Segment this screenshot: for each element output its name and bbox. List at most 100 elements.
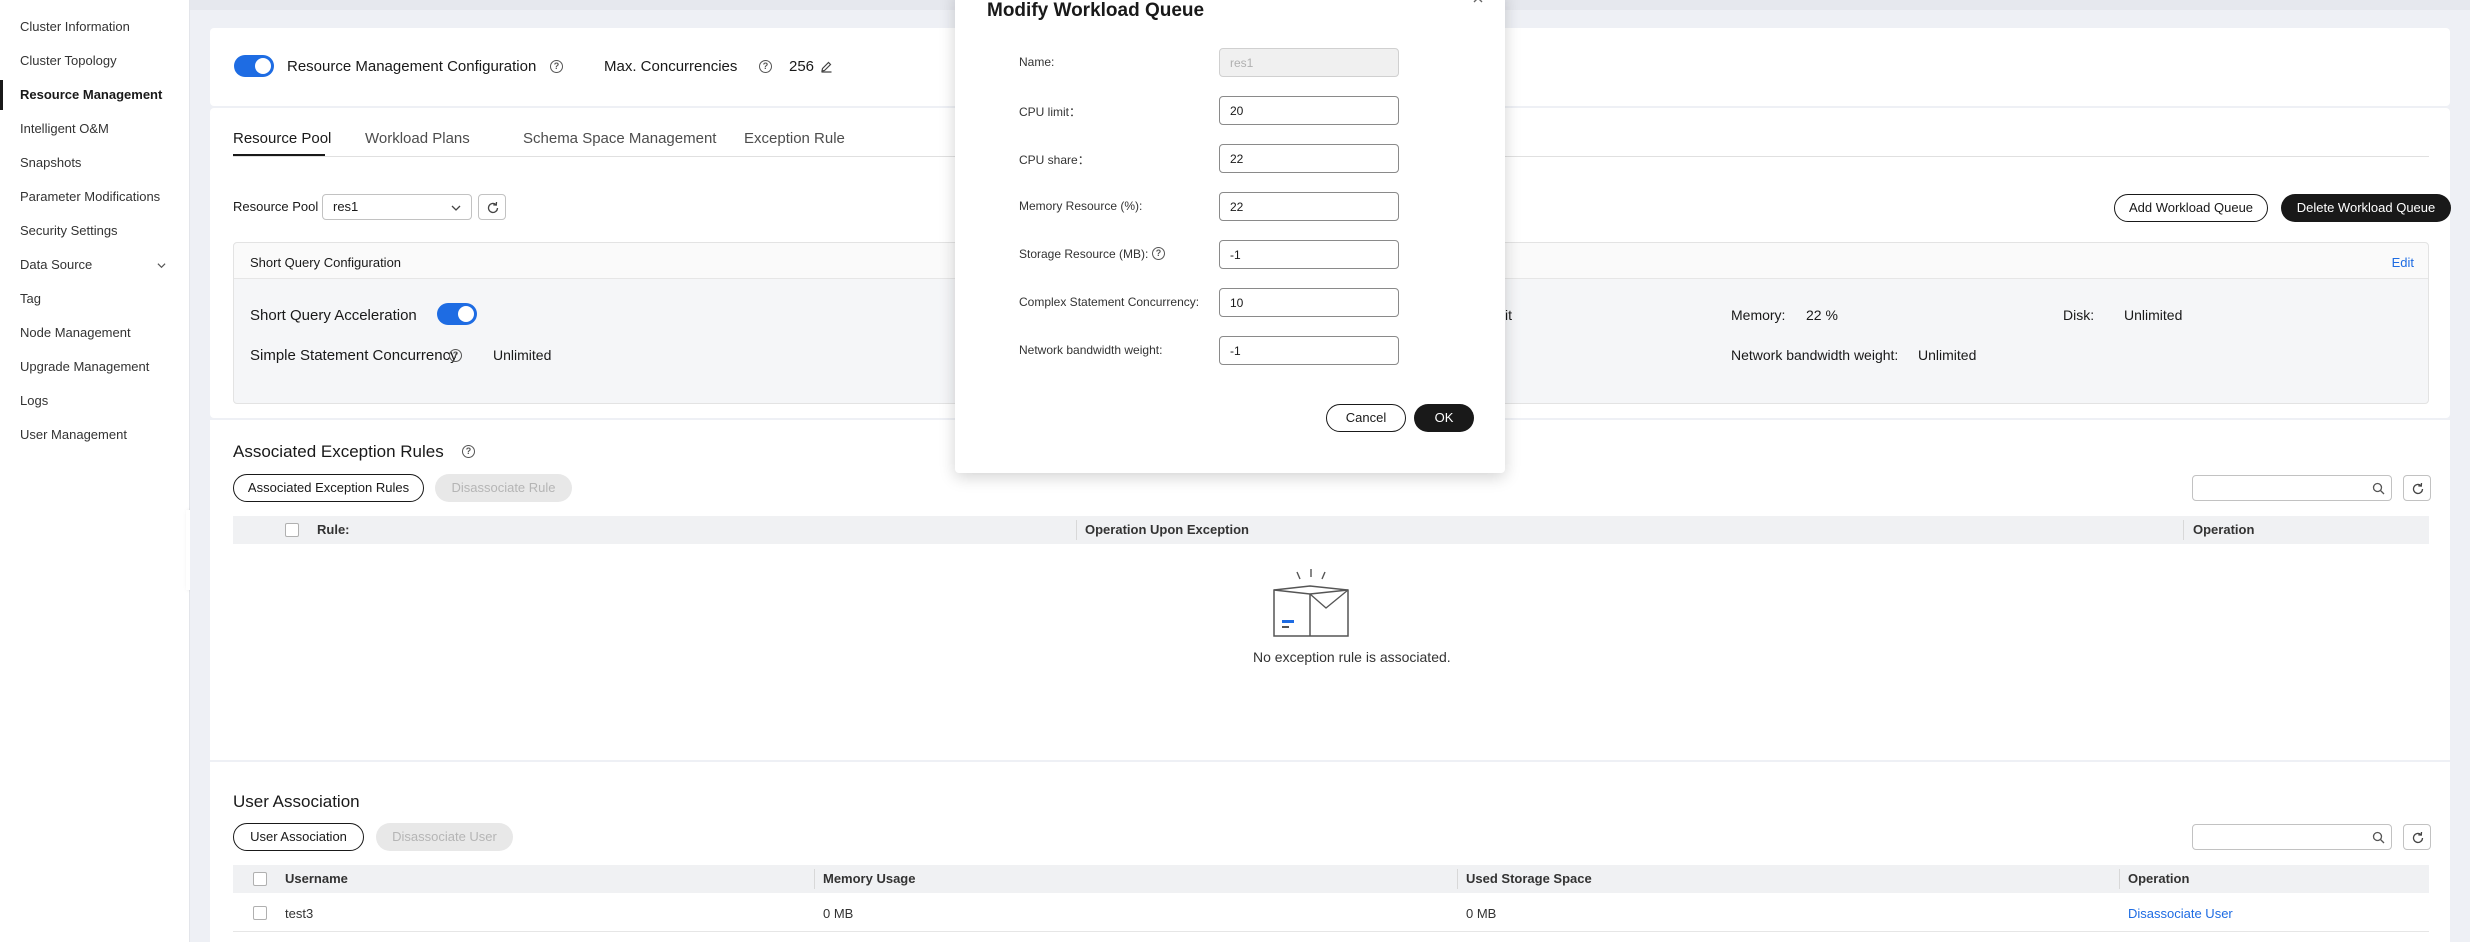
refresh-button[interactable]	[478, 194, 506, 220]
help-icon[interactable]: ?	[449, 349, 462, 362]
resource-pool-select[interactable]: res1	[322, 194, 472, 220]
memory-label: Memory:	[1731, 307, 1786, 323]
column-header: Username	[285, 871, 348, 886]
column-header: Operation	[2193, 522, 2255, 537]
short-query-acceleration-toggle[interactable]	[437, 303, 477, 325]
refresh-icon	[2412, 482, 2424, 495]
row-checkbox[interactable]	[253, 906, 267, 920]
help-icon[interactable]: ?	[550, 60, 563, 73]
refresh-icon	[2412, 831, 2424, 844]
tab-workload-plans[interactable]: Workload Plans	[365, 130, 470, 147]
ok-button[interactable]: OK	[1414, 404, 1474, 432]
memory-resource-field[interactable]	[1219, 192, 1399, 221]
edit-icon[interactable]	[820, 60, 833, 73]
delete-workload-queue-button[interactable]: Delete Workload Queue	[2281, 194, 2451, 222]
disassociate-rule-button: Disassociate Rule	[435, 474, 572, 502]
empty-box-icon	[1273, 569, 1349, 637]
refresh-button[interactable]	[2403, 475, 2431, 501]
disk-label: Disk:	[2063, 307, 2095, 323]
short-query-acceleration-label: Short Query Acceleration	[250, 307, 417, 324]
column-header: Memory Usage	[823, 871, 916, 886]
sidebar-item-cluster-information[interactable]: Cluster Information	[0, 12, 190, 42]
storage-resource-label: Storage Resource (MB):	[1019, 247, 1149, 261]
help-icon[interactable]: ?	[759, 60, 772, 73]
table-row: test3 0 MB 0 MB Disassociate User	[233, 894, 2429, 932]
disk-value: Unlimited	[2124, 307, 2183, 323]
short-query-title: Short Query Configuration	[250, 255, 402, 270]
select-all-checkbox[interactable]	[285, 523, 299, 537]
help-icon[interactable]: ?	[1152, 247, 1165, 260]
sidebar-item-security-settings[interactable]: Security Settings	[0, 216, 190, 246]
max-concurrencies-value: 256	[789, 58, 815, 75]
sidebar-item-data-source[interactable]: Data Source	[0, 250, 190, 280]
resource-pool-label: Resource Pool	[233, 199, 319, 214]
sidebar-item-cluster-topology[interactable]: Cluster Topology	[0, 46, 190, 76]
cpu-limit-label: CPU limit：	[1019, 105, 1081, 119]
complex-concurrency-field[interactable]	[1219, 288, 1399, 317]
refresh-icon	[487, 201, 499, 214]
storage-resource-field[interactable]	[1219, 240, 1399, 269]
column-header: Operation	[2128, 871, 2190, 886]
memory-resource-label: Memory Resource (%):	[1019, 199, 1143, 213]
column-divider	[1457, 869, 1458, 889]
sidebar-item-parameter-modifications[interactable]: Parameter Modifications	[0, 182, 190, 212]
help-icon[interactable]: ?	[462, 445, 475, 458]
sidebar-item-snapshots[interactable]: Snapshots	[0, 148, 190, 178]
user-table-header: Username Memory Usage Used Storage Space…	[233, 865, 2429, 893]
exception-search-input[interactable]	[2192, 475, 2392, 501]
user-association-title: User Association	[233, 792, 360, 811]
cpu-limit-field[interactable]	[1219, 96, 1399, 125]
select-all-checkbox[interactable]	[253, 872, 267, 886]
column-header: Operation Upon Exception	[1085, 522, 1249, 537]
chevron-down-icon	[451, 205, 461, 211]
associate-exception-rules-button[interactable]: Associated Exception Rules	[233, 474, 424, 502]
network-bandwidth-label: Network bandwidth weight:	[1731, 347, 1899, 363]
sidebar: Cluster Information Cluster Topology Res…	[0, 0, 190, 942]
tab-exception-rule[interactable]: Exception Rule	[744, 130, 845, 147]
network-bandwidth-weight-label: Network bandwidth weight:	[1019, 343, 1163, 357]
sidebar-item-logs[interactable]: Logs	[0, 386, 190, 416]
storage-cell: 0 MB	[1466, 906, 1497, 921]
complex-concurrency-label: Complex Statement Concurrency:	[1019, 295, 1200, 309]
cpu-share-field[interactable]	[1219, 144, 1399, 173]
add-workload-queue-button[interactable]: Add Workload Queue	[2114, 194, 2268, 222]
sidebar-item-resource-management[interactable]: Resource Management	[0, 80, 190, 110]
partial-value: it	[1505, 307, 1512, 323]
modify-workload-queue-dialog: Modify Workload Queue Name: CPU limit： C…	[955, 0, 1505, 473]
disassociate-user-button: Disassociate User	[376, 823, 513, 851]
user-association-card: User Association User Association Disass…	[210, 762, 2450, 942]
tab-schema-space-management[interactable]: Schema Space Management	[523, 130, 716, 147]
dialog-title: Modify Workload Queue	[987, 0, 1205, 21]
refresh-button[interactable]	[2403, 824, 2431, 850]
exception-table-header: Rule: Operation Upon Exception Operation	[233, 516, 2429, 544]
tab-resource-pool[interactable]: Resource Pool	[233, 130, 331, 147]
search-icon	[2372, 831, 2385, 844]
cpu-share-label: CPU share：	[1019, 153, 1090, 167]
network-bandwidth-weight-field[interactable]	[1219, 336, 1399, 365]
resource-pool-selected: res1	[333, 199, 359, 214]
user-association-button[interactable]: User Association	[233, 823, 364, 851]
max-concurrencies-label: Max. Concurrencies	[604, 58, 738, 75]
sidebar-item-upgrade-management[interactable]: Upgrade Management	[0, 352, 190, 382]
disassociate-user-link[interactable]: Disassociate User	[2128, 906, 2233, 921]
column-divider	[2183, 520, 2184, 540]
sidebar-item-intelligent-om[interactable]: Intelligent O&M	[0, 114, 190, 144]
user-search-input[interactable]	[2192, 824, 2392, 850]
sidebar-item-label: Data Source	[20, 257, 93, 272]
close-icon[interactable]	[1471, 0, 1485, 4]
memory-value: 22 %	[1806, 307, 1838, 323]
resource-management-toggle[interactable]	[234, 55, 274, 77]
search-icon	[2372, 482, 2385, 495]
active-tab-indicator	[233, 154, 325, 156]
column-divider	[2119, 869, 2120, 889]
column-header: Rule:	[317, 522, 350, 537]
name-field	[1219, 48, 1399, 77]
sidebar-item-node-management[interactable]: Node Management	[0, 318, 190, 348]
sidebar-item-tag[interactable]: Tag	[0, 284, 190, 314]
memory-usage-cell: 0 MB	[823, 906, 854, 921]
cancel-button[interactable]: Cancel	[1326, 404, 1406, 432]
network-bandwidth-value: Unlimited	[1918, 347, 1977, 363]
edit-link[interactable]: Edit	[2392, 255, 2414, 270]
sidebar-item-user-management[interactable]: User Management	[0, 420, 190, 450]
empty-state-text: No exception rule is associated.	[1253, 649, 1451, 665]
